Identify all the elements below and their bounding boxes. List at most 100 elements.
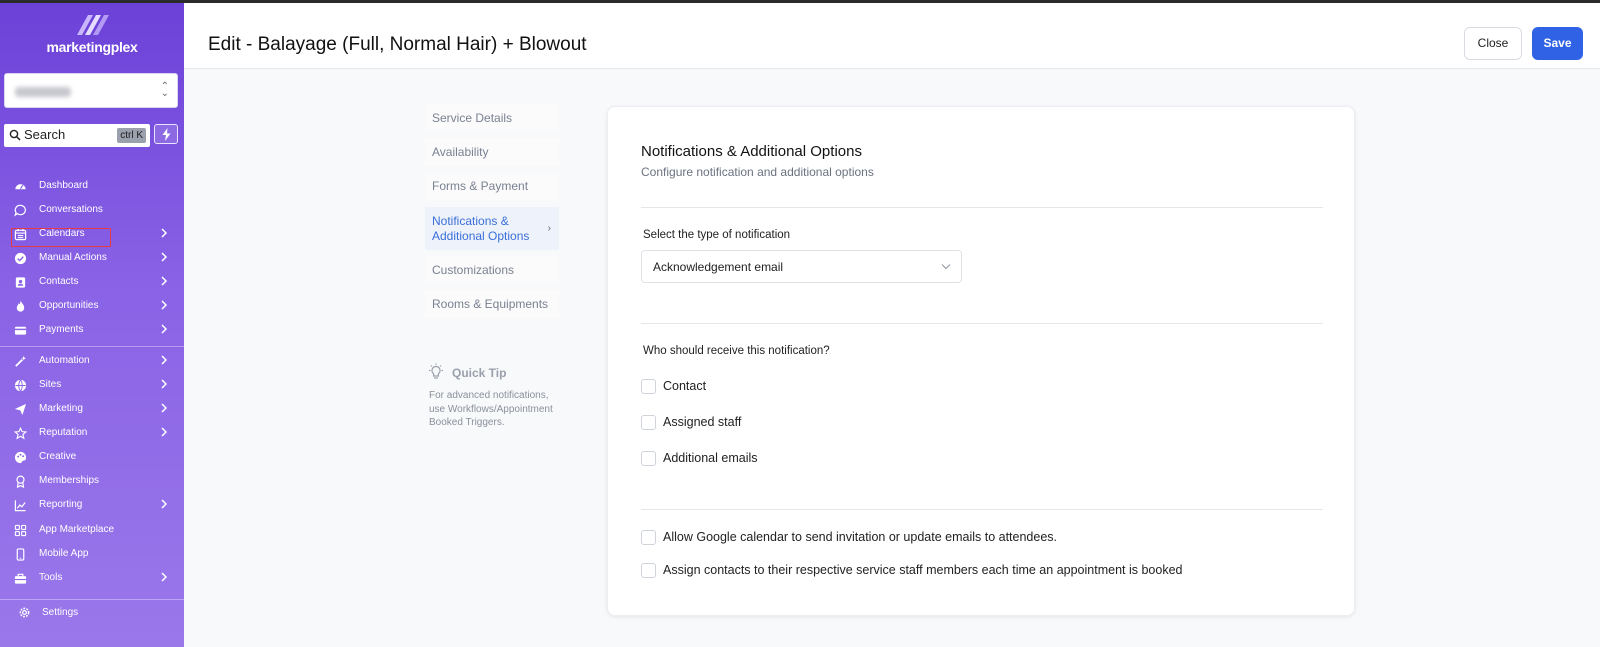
tab-label: Rooms & Equipments xyxy=(432,297,549,311)
option-checkbox[interactable] xyxy=(641,563,656,578)
panel-divider xyxy=(641,323,1323,324)
chevron-right-icon xyxy=(161,403,168,413)
sidebar-item-reporting[interactable]: Reporting xyxy=(0,494,184,516)
dashboard-icon xyxy=(15,184,26,190)
sidebar-item-label: Creative xyxy=(39,451,77,462)
sidebar-item-label: Dashboard xyxy=(39,180,88,191)
sidebar-item-label: Settings xyxy=(42,607,79,618)
sidebar-item-label: Marketing xyxy=(39,403,83,414)
sidebar-item-marketing[interactable]: Marketing xyxy=(0,398,184,420)
sidebar-item-memberships[interactable]: Memberships xyxy=(0,470,184,492)
sidebar-item-settings[interactable]: Settings xyxy=(0,599,184,625)
contacts-icon xyxy=(15,277,26,288)
sidebar-item-label: Payments xyxy=(39,324,84,335)
search-shortcut: ctrl K xyxy=(117,128,146,143)
panel-subtitle: Configure notification and additional op… xyxy=(641,165,874,179)
palette-icon xyxy=(14,451,27,464)
option-checkbox[interactable] xyxy=(641,530,656,545)
chart-icon xyxy=(14,500,26,512)
quick-action-button[interactable] xyxy=(154,124,178,144)
sidebar-item-label: Automation xyxy=(39,355,90,366)
page-header: Edit - Balayage (Full, Normal Hair) + Bl… xyxy=(184,3,1600,69)
chevron-down-icon xyxy=(941,264,951,270)
notification-type-select[interactable]: Acknowledgement email xyxy=(641,250,962,283)
sidebar: marketingplex ⌃ ⌄ Search ctrl K Dashboard… xyxy=(0,3,184,647)
star-icon xyxy=(14,427,27,440)
tab-label: Availability xyxy=(432,145,489,159)
sidebar-item-creative[interactable]: Creative xyxy=(0,446,184,468)
recipient-label: Additional emails xyxy=(663,451,758,465)
tab-label: Service Details xyxy=(432,111,513,125)
sidebar-item-dashboard[interactable]: Dashboard xyxy=(0,175,184,197)
chevron-right-icon xyxy=(161,300,168,310)
chevron-right-icon xyxy=(161,499,168,509)
chevron-right-icon: › xyxy=(547,223,551,234)
quick-tip-text: For advanced notifications, use Workflow… xyxy=(429,390,553,428)
sidebar-item-label: Reporting xyxy=(39,499,83,510)
sidebar-item-automation[interactable]: Automation xyxy=(0,350,184,372)
tab-notifications-additional-options[interactable]: Notifications & Additional Options › xyxy=(425,207,559,250)
chevron-right-icon xyxy=(161,379,168,389)
option-label: Allow Google calendar to send invitation… xyxy=(663,530,1057,544)
recipient-checkbox[interactable] xyxy=(641,451,656,466)
search-box[interactable]: Search ctrl K xyxy=(4,124,150,147)
chevron-right-icon xyxy=(161,427,168,437)
recipient-label: Assigned staff xyxy=(663,415,742,429)
tab-availability[interactable]: Availability xyxy=(425,138,559,166)
recipient-checkbox[interactable] xyxy=(641,415,656,430)
chevron-right-icon xyxy=(161,252,168,262)
chevron-right-icon xyxy=(161,324,168,334)
gear-icon xyxy=(19,607,30,618)
tab-customizations[interactable]: Customizations xyxy=(425,256,559,284)
send-icon xyxy=(14,403,27,416)
panel-title: Notifications & Additional Options xyxy=(641,143,862,160)
tab-rooms-equipments[interactable]: Rooms & Equipments xyxy=(425,290,559,318)
tab-service-details[interactable]: Service Details xyxy=(425,104,559,132)
recipient-checkbox[interactable] xyxy=(641,379,656,394)
recipient-label: Contact xyxy=(663,379,707,393)
grid-icon xyxy=(14,524,27,537)
sidebar-item-payments[interactable]: Payments xyxy=(0,319,184,341)
account-name-blurred xyxy=(15,87,71,97)
save-button[interactable]: Save xyxy=(1532,27,1583,60)
sidebar-item-conversations[interactable]: Conversations xyxy=(0,199,184,221)
chevron-right-icon xyxy=(161,355,168,365)
account-switcher[interactable]: ⌃ ⌄ xyxy=(4,73,178,108)
panel-divider xyxy=(641,207,1323,208)
sidebar-item-app-marketplace[interactable]: App Marketplace xyxy=(0,519,184,541)
sidebar-item-mobile-app[interactable]: Mobile App xyxy=(0,543,184,565)
tab-forms-payment[interactable]: Forms & Payment xyxy=(425,172,559,200)
sidebar-item-contacts[interactable]: Contacts xyxy=(0,271,184,293)
check-circle-icon xyxy=(14,252,27,265)
notification-type-label: Select the type of notification xyxy=(643,229,791,241)
option-label: Assign contacts to their respective serv… xyxy=(663,563,1183,577)
logo-text: marketingplex xyxy=(46,39,138,55)
sidebar-item-label: Mobile App xyxy=(39,548,89,559)
sidebar-item-tools[interactable]: Tools xyxy=(0,567,184,589)
badge-icon xyxy=(16,475,25,488)
sidebar-item-label: Conversations xyxy=(39,204,103,215)
wand-icon xyxy=(15,355,27,367)
app-root: marketingplex ⌃ ⌄ Search ctrl K Dashboard… xyxy=(0,0,1600,647)
sidebar-item-label: App Marketplace xyxy=(39,524,115,535)
logo-mark-icon xyxy=(77,15,109,35)
recipients-label: Who should receive this notification? xyxy=(643,345,830,357)
sidebar-item-reputation[interactable]: Reputation xyxy=(0,422,184,444)
chevron-right-icon xyxy=(161,572,168,582)
sidebar-item-opportunities[interactable]: Opportunities xyxy=(0,295,184,317)
close-button[interactable]: Close xyxy=(1464,27,1522,60)
sidebar-item-label: Manual Actions xyxy=(39,252,107,263)
notification-type-value: Acknowledgement email xyxy=(653,260,784,274)
sidebar-item-sites[interactable]: Sites xyxy=(0,374,184,396)
logo: marketingplex xyxy=(0,11,184,63)
tab-label: Forms & Payment xyxy=(432,179,529,193)
lightning-icon xyxy=(162,128,171,141)
chevron-right-icon xyxy=(161,276,168,286)
card-icon xyxy=(14,326,27,335)
sidebar-item-label: Sites xyxy=(39,379,62,390)
sidebar-item-label: Memberships xyxy=(39,475,100,486)
sidebar-item-manual-actions[interactable]: Manual Actions xyxy=(0,247,184,269)
tab-label: Customizations xyxy=(432,263,515,277)
lightbulb-icon xyxy=(429,363,443,379)
page-title: Edit - Balayage (Full, Normal Hair) + Bl… xyxy=(208,34,587,55)
